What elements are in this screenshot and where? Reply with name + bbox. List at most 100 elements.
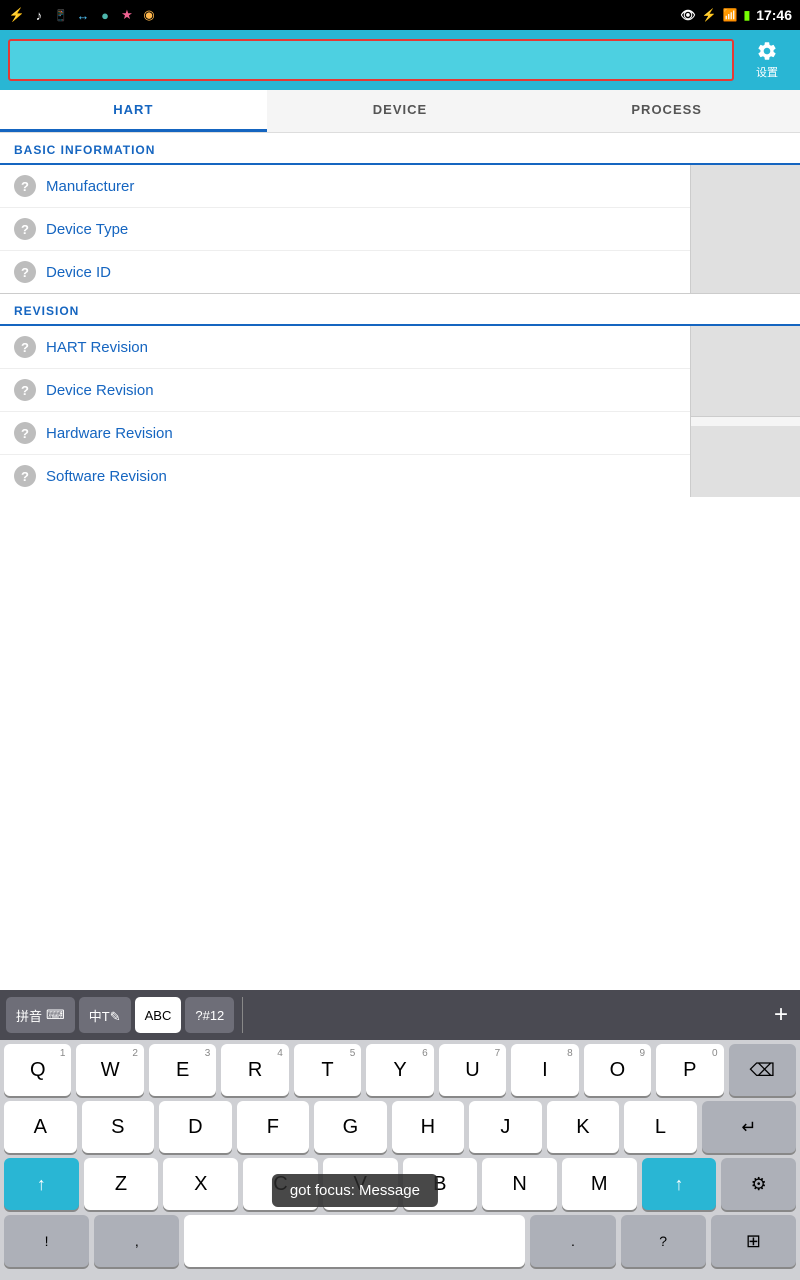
chinese-input-btn[interactable]: 中T✎ <box>79 997 131 1033</box>
usb-icon: ⚡ <box>8 6 26 24</box>
manufacturer-label: Manufacturer <box>46 178 134 195</box>
shift-right-key[interactable]: ↑ <box>642 1158 717 1210</box>
device-id-label: Device ID <box>46 264 111 281</box>
key-period[interactable]: . <box>530 1215 615 1267</box>
content-area: BASIC INFORMATION ? Manufacturer ? Devic… <box>0 133 800 497</box>
battery-icon: ▮ <box>744 8 751 22</box>
header-search-input[interactable] <box>8 39 734 81</box>
key-clipboard[interactable]: ⊞ <box>711 1215 796 1267</box>
wifi-icon: 📶 <box>723 8 738 22</box>
tab-hart[interactable]: HART <box>0 90 267 132</box>
eye-icon: 👁 <box>680 8 695 22</box>
keyboard-bottom <box>0 1274 800 1280</box>
clock: 17:46 <box>756 7 792 23</box>
key-t[interactable]: 5T <box>294 1044 361 1096</box>
key-o[interactable]: 9O <box>584 1044 651 1096</box>
sync-icon: ↔ <box>74 6 92 24</box>
key-r[interactable]: 4R <box>221 1044 288 1096</box>
hardware-revision-row[interactable]: ? Hardware Revision <box>0 412 690 455</box>
app-header: 设置 <box>0 30 800 90</box>
device-type-row[interactable]: ? Device Type <box>0 208 690 251</box>
music-icon: ♪ <box>30 6 48 24</box>
key-i[interactable]: 8I <box>511 1044 578 1096</box>
device-type-help-icon[interactable]: ? <box>14 218 36 240</box>
key-x[interactable]: X <box>163 1158 238 1210</box>
key-w[interactable]: 2W <box>76 1044 143 1096</box>
device-id-row[interactable]: ? Device ID <box>0 251 690 293</box>
gear-icon <box>756 40 778 62</box>
shift-left-key[interactable]: ↑ <box>4 1158 79 1210</box>
device-id-help-icon[interactable]: ? <box>14 261 36 283</box>
basic-info-rows: ? Manufacturer ? Device Type ? Device ID <box>0 165 690 293</box>
bluetooth-icon: ⚡ <box>702 8 717 22</box>
device-revision-row[interactable]: ? Device Revision <box>0 369 690 412</box>
key-d[interactable]: D <box>159 1101 232 1153</box>
key-z[interactable]: Z <box>84 1158 159 1210</box>
key-question[interactable]: ? <box>621 1215 706 1267</box>
key-comma[interactable]: , <box>94 1215 179 1267</box>
status-icons-left: ⚡ ♪ 📱 ↔ ● ★ ◉ <box>8 6 158 24</box>
software-revision-row[interactable]: ? Software Revision <box>0 455 690 497</box>
device-type-label: Device Type <box>46 221 128 238</box>
key-v[interactable]: V <box>323 1158 398 1210</box>
backspace-key[interactable]: ⌫ <box>729 1044 796 1096</box>
revision-rows: ? HART Revision ? Device Revision ? Hard… <box>0 326 690 497</box>
key-j[interactable]: J <box>469 1101 542 1153</box>
device-revision-help-icon[interactable]: ? <box>14 379 36 401</box>
hardware-revision-label: Hardware Revision <box>46 425 173 442</box>
device-revision-label: Device Revision <box>46 382 154 399</box>
software-revision-label: Software Revision <box>46 468 167 485</box>
key-p[interactable]: 0P <box>656 1044 723 1096</box>
revision-container: ? HART Revision ? Device Revision ? Hard… <box>0 326 800 497</box>
key-m[interactable]: M <box>562 1158 637 1210</box>
key-s[interactable]: S <box>82 1101 155 1153</box>
tab-device[interactable]: DEVICE <box>267 90 534 132</box>
phone-icon: 📱 <box>52 6 70 24</box>
revision-side-panel <box>690 326 800 497</box>
keyboard-area: 拼音 ⌨ 中T✎ ABC ?#12 + 1Q 2W 3E 4R 5T 6Y 7U… <box>0 990 800 1280</box>
tab-process[interactable]: PROCESS <box>533 90 800 132</box>
manufacturer-row[interactable]: ? Manufacturer <box>0 165 690 208</box>
key-c[interactable]: C <box>243 1158 318 1210</box>
return-key[interactable]: ↵ <box>702 1101 796 1153</box>
key-k[interactable]: K <box>547 1101 620 1153</box>
hardware-revision-help-icon[interactable]: ? <box>14 422 36 444</box>
key-y[interactable]: 6Y <box>366 1044 433 1096</box>
hart-revision-help-icon[interactable]: ? <box>14 336 36 358</box>
key-g[interactable]: G <box>314 1101 387 1153</box>
manufacturer-help-icon[interactable]: ? <box>14 175 36 197</box>
pinyin-btn[interactable]: 拼音 ⌨ <box>6 997 75 1033</box>
face-icon: ◉ <box>140 6 158 24</box>
toolbar-plus-btn[interactable]: + <box>768 1001 794 1029</box>
key-exclaim[interactable]: ! <box>4 1215 89 1267</box>
key-u[interactable]: 7U <box>439 1044 506 1096</box>
key-f[interactable]: F <box>237 1101 310 1153</box>
keyboard-toolbar: 拼音 ⌨ 中T✎ ABC ?#12 + <box>0 990 800 1040</box>
key-q[interactable]: 1Q <box>4 1044 71 1096</box>
hart-revision-row[interactable]: ? HART Revision <box>0 326 690 369</box>
spacebar-key[interactable]: got focus: Message <box>184 1215 525 1267</box>
settings-button[interactable]: 设置 <box>742 40 792 80</box>
key-e[interactable]: 3E <box>149 1044 216 1096</box>
toolbar-divider <box>242 997 243 1033</box>
key-row-4: ! , got focus: Message . ? ⊞ <box>4 1215 796 1267</box>
software-revision-help-icon[interactable]: ? <box>14 465 36 487</box>
status-bar: ⚡ ♪ 📱 ↔ ● ★ ◉ 👁 ⚡ 📶 ▮ 17:46 <box>0 0 800 30</box>
keyboard-settings-key[interactable]: ⚙ <box>721 1158 796 1210</box>
key-n[interactable]: N <box>482 1158 557 1210</box>
tab-bar: HART DEVICE PROCESS <box>0 90 800 133</box>
settings-label: 设置 <box>756 64 778 80</box>
key-row-3: ↑ Z X C V B N M ↑ ⚙ <box>4 1158 796 1210</box>
key-h[interactable]: H <box>392 1101 465 1153</box>
key-b[interactable]: B <box>403 1158 478 1210</box>
key-l[interactable]: L <box>624 1101 697 1153</box>
basic-info-container: ? Manufacturer ? Device Type ? Device ID <box>0 165 800 294</box>
hart-revision-label: HART Revision <box>46 339 148 356</box>
keyboard-icon: ⌨ <box>46 1007 65 1023</box>
special-chars-btn[interactable]: ?#12 <box>185 997 234 1033</box>
basic-info-side-panel <box>690 165 800 293</box>
star-icon: ★ <box>118 6 136 24</box>
abc-btn[interactable]: ABC <box>135 997 182 1033</box>
key-row-1: 1Q 2W 3E 4R 5T 6Y 7U 8I 9O 0P ⌫ <box>4 1044 796 1096</box>
key-a[interactable]: A <box>4 1101 77 1153</box>
